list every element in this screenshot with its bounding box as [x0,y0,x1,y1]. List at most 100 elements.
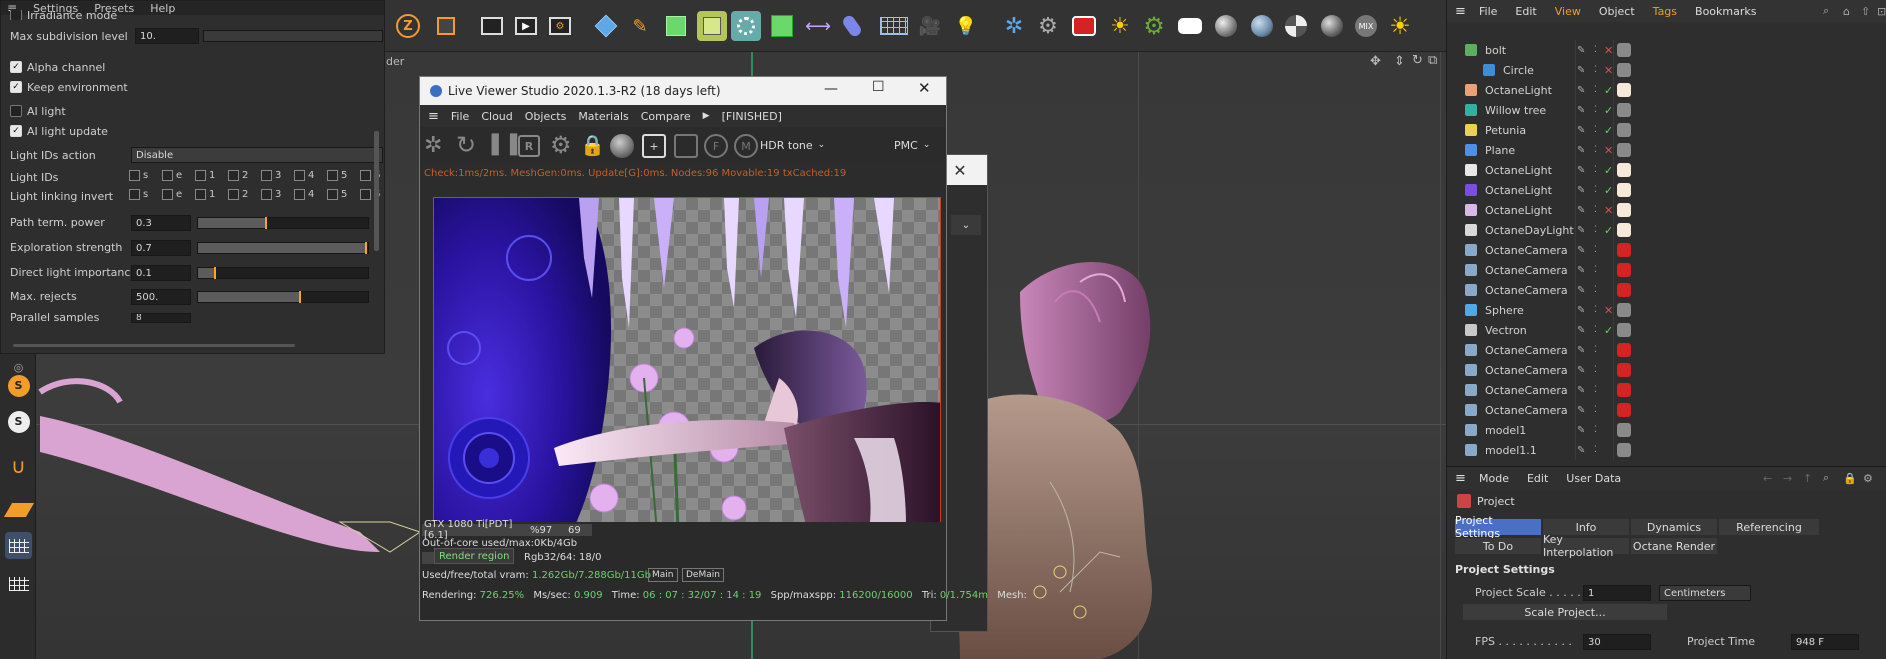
grid-icon[interactable] [5,532,32,559]
hdr-tone-dropdown[interactable]: HDR tone ⌄ [760,136,825,154]
visibility-dots-icon[interactable]: ⁚ [1594,205,1597,215]
red-camera-icon[interactable] [1069,11,1099,41]
light-id-1[interactable]: 1 [195,170,228,181]
green-cube-icon[interactable] [697,11,727,41]
object-row[interactable]: OctaneCamera ✎ ⁚ [1447,380,1886,400]
tag-icon[interactable] [1617,323,1631,337]
obj-menu-file[interactable]: File [1479,5,1497,18]
light-id-e[interactable]: e [162,170,195,181]
enabled-check-icon[interactable]: ✓ [1604,184,1613,197]
tag-icon[interactable] [1617,263,1631,277]
arrows-icon[interactable]: ⟷ [803,11,833,41]
back-arrow-icon[interactable]: ← [1763,472,1772,485]
keep-environment-checkbox[interactable]: ✓ [10,81,22,93]
tag-icon[interactable] [1617,303,1631,317]
edit-flag-icon[interactable]: ✎ [1577,125,1585,136]
link-id-5[interactable]: 5 [327,189,360,200]
direct-light-importance-field[interactable]: 0.1 [131,265,191,281]
tag-icon[interactable] [1617,103,1631,117]
project-time-field[interactable]: 948 F [1791,634,1859,650]
lock-icon[interactable]: 🔒 [580,133,605,157]
edit-flag-icon[interactable]: ✎ [1577,325,1585,336]
tag-icon[interactable] [1617,203,1631,217]
tag-icon[interactable] [1617,383,1631,397]
green-gear-icon[interactable]: ⚙ [1139,11,1169,41]
sphere-icon[interactable] [1211,11,1241,41]
plane-icon[interactable] [3,496,34,523]
visibility-dots-icon[interactable]: ⁚ [1594,405,1597,415]
edit-flag-icon[interactable]: ✎ [1577,365,1585,376]
minimize-icon[interactable]: — [824,81,838,97]
scale-project-button[interactable]: Scale Project... [1463,604,1667,620]
search-icon[interactable]: ⌕ [1823,471,1829,485]
tag-icon[interactable] [1617,223,1631,237]
s-icon[interactable]: S [5,408,32,435]
disabled-x-icon[interactable]: ✕ [1604,64,1613,77]
viewer-menu-file[interactable]: File [451,110,469,123]
gear-cube-icon[interactable] [731,11,761,41]
edit-flag-icon[interactable]: ✎ [1577,285,1585,296]
max-subdivision-slider[interactable] [203,30,383,42]
tag-icon[interactable] [1617,423,1631,437]
tag-icon[interactable] [1617,63,1631,77]
edit-flag-icon[interactable]: ✎ [1577,185,1585,196]
lock-icon[interactable]: 🔒 [1843,472,1857,485]
forward-arrow-icon[interactable]: → [1783,472,1792,485]
edit-flag-icon[interactable]: ✎ [1577,85,1585,96]
visibility-dots-icon[interactable]: ⁚ [1594,245,1597,255]
edit-flag-icon[interactable]: ✎ [1577,425,1585,436]
focus-icon[interactable]: F [704,134,728,158]
obj-menu-tags[interactable]: Tags [1653,5,1677,18]
octane-logo-icon[interactable]: ✲ [999,11,1029,41]
sun-icon[interactable]: ☀ [1105,11,1135,41]
visibility-dots-icon[interactable]: ⁚ [1594,105,1597,115]
object-row[interactable]: OctaneLight ✎ ⁚ ✓ [1447,180,1886,200]
light-id-2[interactable]: 2 [228,170,261,181]
visibility-dots-icon[interactable]: ⁚ [1594,305,1597,315]
settings-hscrollbar[interactable] [13,344,295,347]
render-image[interactable] [433,197,941,555]
tag-icon[interactable] [1617,443,1631,457]
path-term-power-slider[interactable] [197,217,369,229]
visibility-dots-icon[interactable]: ⁚ [1594,125,1597,135]
sphere-preview-icon[interactable] [610,134,634,158]
attr-hamburger-icon[interactable]: ≡ [1455,471,1466,486]
visibility-dots-icon[interactable]: ⁚ [1594,65,1597,75]
object-row[interactable]: OctaneCamera ✎ ⁚ [1447,260,1886,280]
visibility-dots-icon[interactable]: ⁚ [1594,225,1597,235]
edit-flag-icon[interactable]: ✎ [1577,245,1585,256]
visibility-dots-icon[interactable]: ⁚ [1594,165,1597,175]
cube-blue-icon[interactable] [591,11,621,41]
edit-flag-icon[interactable]: ✎ [1577,145,1585,156]
z-icon[interactable]: Z [393,11,423,41]
visibility-dots-icon[interactable]: ⁚ [1594,325,1597,335]
tag-icon[interactable] [1617,43,1631,57]
edit-flag-icon[interactable]: ✎ [1577,205,1585,216]
maximize-icon[interactable]: ☐ [872,79,885,95]
link-id-s[interactable]: s [129,189,162,200]
obj-hamburger-icon[interactable]: ≡ [1455,4,1466,19]
mix-icon[interactable]: MIX [1351,11,1381,41]
clapper-icon[interactable] [477,11,507,41]
pill-icon[interactable] [837,11,867,41]
tab-project-settings[interactable]: Project Settings [1455,514,1541,540]
attr-menu-user-data[interactable]: User Data [1566,472,1621,485]
edit-flag-icon[interactable]: ✎ [1577,405,1585,416]
ai-light-checkbox[interactable] [10,105,22,117]
render-settings-icon[interactable]: ⚙ [545,11,575,41]
viewer-menu-compare[interactable]: Compare [641,110,691,123]
object-row[interactable]: Plane ✎ ⁚ ✕ [1447,140,1886,160]
obj-menu-bookmarks[interactable]: Bookmarks [1695,5,1756,18]
light-ids-action-dropdown[interactable]: Disable [131,147,383,163]
link-id-1[interactable]: 1 [195,189,228,200]
edit-flag-icon[interactable]: ✎ [1577,345,1585,356]
alpha-channel-checkbox[interactable]: ✓ [10,61,22,73]
s-icon[interactable]: S [5,372,32,399]
object-row[interactable]: OctaneLight ✎ ⁚ ✕ [1447,200,1886,220]
visibility-dots-icon[interactable]: ⁚ [1594,45,1597,55]
tag-icon[interactable] [1617,403,1631,417]
up-arrow-icon[interactable]: ↑ [1803,472,1812,485]
visibility-dots-icon[interactable]: ⁚ [1594,365,1597,375]
region-r-icon[interactable]: R [518,135,540,157]
project-scale-unit-dropdown[interactable]: Centimeters [1659,585,1751,601]
